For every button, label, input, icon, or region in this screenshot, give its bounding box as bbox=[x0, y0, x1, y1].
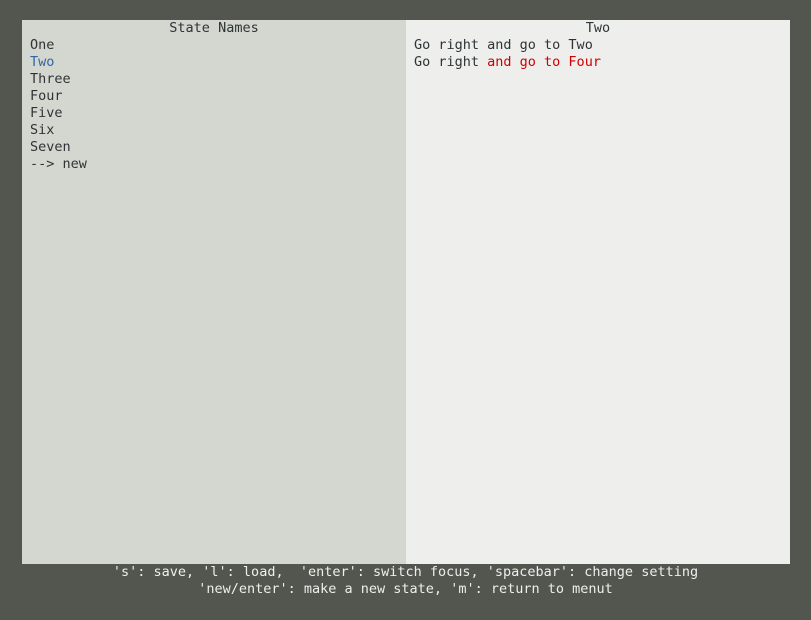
state-names-panel[interactable]: State Names One Two Three Four Five Six … bbox=[22, 20, 406, 564]
state-detail-panel[interactable]: Two Go right and go to Two Go right and … bbox=[406, 20, 790, 564]
transition-text: and go to Two bbox=[487, 37, 593, 53]
key-help-footer: 's': save, 'l': load, 'enter': switch fo… bbox=[0, 564, 811, 598]
transition-list: Go right and go to Two Go right and go t… bbox=[414, 37, 601, 71]
state-item-six[interactable]: Six bbox=[30, 122, 87, 139]
state-item-three[interactable]: Three bbox=[30, 71, 87, 88]
transition-row[interactable]: Go right and go to Two bbox=[414, 37, 601, 54]
state-item-one[interactable]: One bbox=[30, 37, 87, 54]
key-help-line-1: 's': save, 'l': load, 'enter': switch fo… bbox=[112, 564, 699, 580]
new-state-item[interactable]: --> new bbox=[30, 156, 87, 173]
transition-prefix: Go right bbox=[414, 37, 488, 53]
state-item-seven[interactable]: Seven bbox=[30, 139, 87, 156]
key-help-line-2: 'new/enter': make a new state, 'm': retu… bbox=[198, 581, 613, 597]
state-names-title: State Names bbox=[169, 20, 259, 36]
transition-row-selected[interactable]: Go right and go to Four bbox=[414, 54, 601, 71]
state-detail-title: Two bbox=[585, 20, 611, 36]
transition-prefix: Go right bbox=[414, 54, 488, 70]
state-list[interactable]: One Two Three Four Five Six Seven --> ne… bbox=[30, 37, 87, 173]
state-item-four[interactable]: Four bbox=[30, 88, 87, 105]
state-item-two[interactable]: Two bbox=[30, 54, 87, 71]
state-item-five[interactable]: Five bbox=[30, 105, 87, 122]
transition-highlight: and go to Four bbox=[487, 54, 601, 70]
